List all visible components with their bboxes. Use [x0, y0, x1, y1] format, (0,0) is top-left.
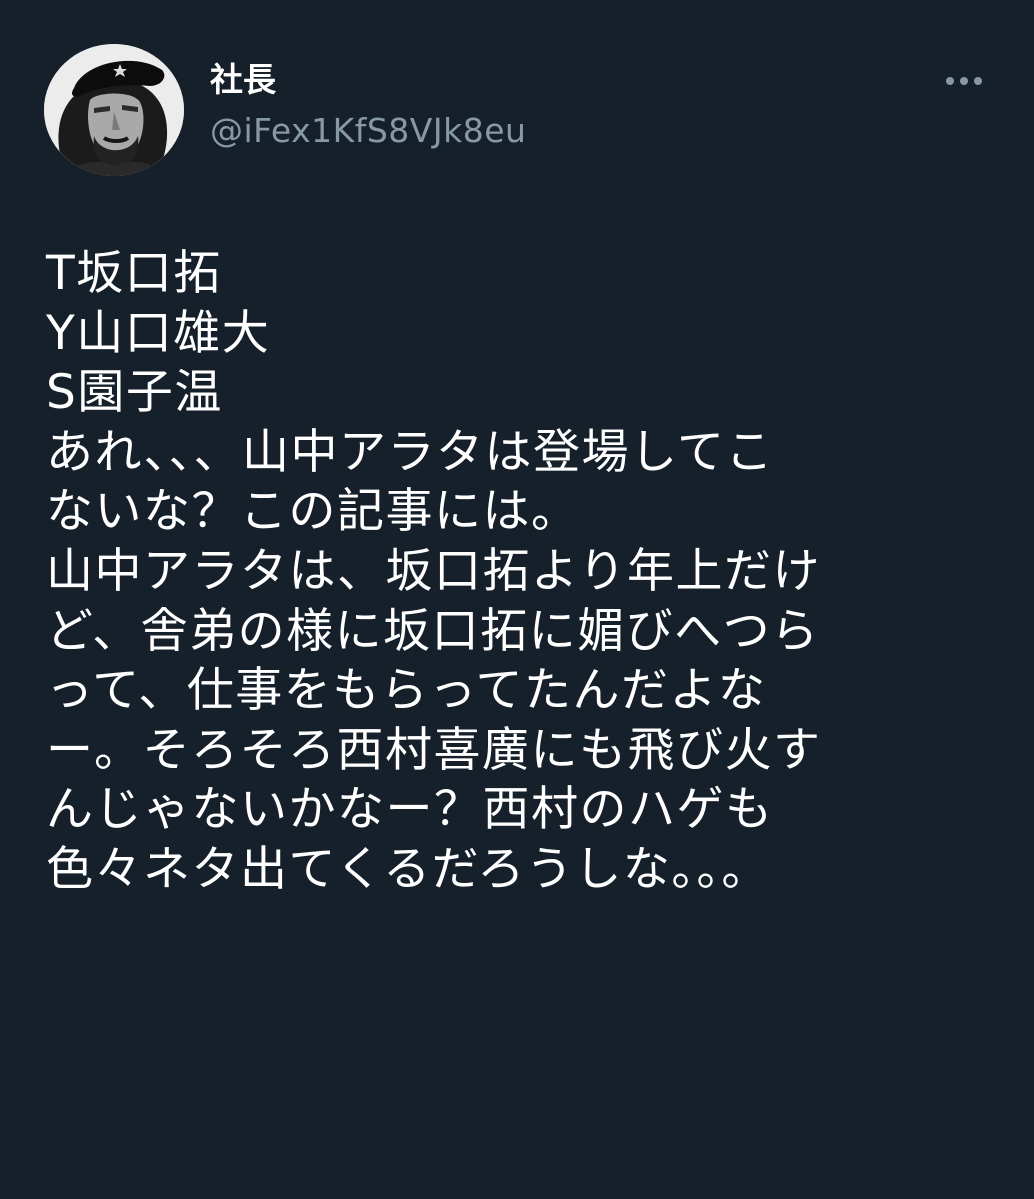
tweet: 社長 @iFex1KfS8VJk8eu T坂口拓 Y山口雄大 S園子温 あれ、、… [0, 0, 1034, 1199]
tweet-line: S園子温 [46, 365, 223, 421]
tweet-line: ど、舎弟の様に坂口拓に媚びへつら [46, 603, 820, 659]
tweet-line: 色々ネタ出てくるだろうしな。。。 [46, 841, 770, 897]
display-name[interactable]: 社長 [210, 58, 276, 102]
tweet-line: って、仕事をもらってたんだよな [46, 663, 767, 719]
tweet-line: Y山口雄大 [46, 305, 271, 361]
tweet-line: んじゃないかなー？西村のハゲも [46, 782, 774, 838]
tweet-line: T坂口拓 [46, 246, 222, 301]
tweet-line: あれ、、、山中アラタは登場してこ [46, 424, 775, 480]
tweet-line: ないな？この記事には。 [46, 484, 580, 540]
avatar[interactable] [44, 44, 184, 176]
tweet-text: T坂口拓 Y山口雄大 S園子温 あれ、、、山中アラタは登場してこ ないな？この記… [46, 244, 1006, 900]
tweet-line: 山中アラタは、坂口拓より年上だけ [46, 543, 822, 599]
user-handle[interactable]: @iFex1KfS8VJk8eu [210, 109, 526, 153]
tweet-line: ー。そろそろ西村喜廣にも飛び火す [46, 722, 822, 778]
avatar-image [44, 44, 184, 176]
more-options-icon[interactable] [938, 64, 990, 98]
